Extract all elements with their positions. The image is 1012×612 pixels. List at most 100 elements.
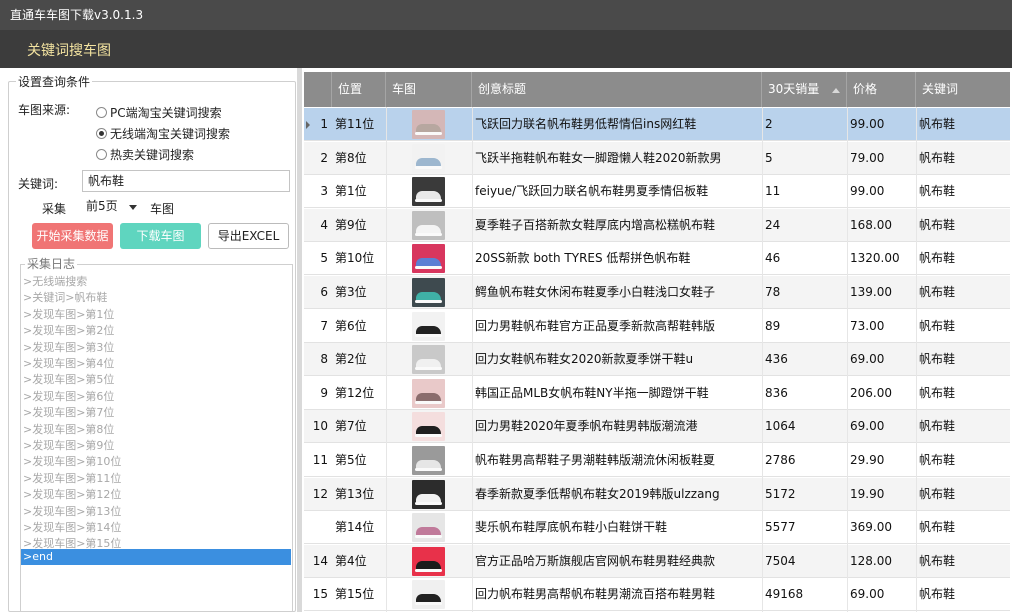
cell-position[interactable]: 第7位 [332,410,386,443]
cell-position[interactable]: 第4位 [332,545,386,578]
cell-keyword[interactable]: 帆布鞋 [916,343,1010,376]
cell-position[interactable]: 第14位 [332,511,386,544]
cell-title[interactable]: 官方正品哈万斯旗舰店官网帆布鞋男鞋经典款 [472,545,762,578]
cell-sales[interactable]: 436 [762,343,847,376]
cell-sales[interactable]: 46 [762,242,847,275]
cell-position[interactable]: 第9位 [332,209,386,242]
cell-position[interactable]: 第5位 [332,444,386,477]
cell-price[interactable]: 19.90 [847,478,916,511]
log-line[interactable]: >发现车图>第8位 [23,421,114,437]
chevron-down-icon[interactable] [129,205,137,210]
cell-price[interactable]: 139.00 [847,276,916,309]
cell-sales[interactable]: 2786 [762,444,847,477]
table-row[interactable]: 10 第7位 回力男鞋2020年夏季帆布鞋男韩版潮流港 1064 69.00 帆布鞋 [304,410,1010,444]
log-line[interactable]: >发现车图>第4位 [23,355,114,371]
cell-keyword[interactable]: 帆布鞋 [916,410,1010,443]
cell-price[interactable]: 206.00 [847,377,916,410]
cell-title[interactable]: 回力男鞋2020年夏季帆布鞋男韩版潮流港 [472,410,762,443]
cell-sales[interactable]: 49168 [762,578,847,611]
cell-keyword[interactable]: 帆布鞋 [916,444,1010,477]
shoe-thumbnail[interactable] [412,311,445,341]
log-line[interactable]: >发现车图>第12位 [23,486,121,502]
table-row[interactable]: 9 第12位 韩国正品MLB女帆布鞋NY半拖一脚蹬饼干鞋 836 206.00 帆布鞋 [304,377,1010,410]
cell-price[interactable]: 99.00 [847,175,916,208]
cell-title[interactable]: 回力男鞋帆布鞋官方正品夏季新款高帮鞋韩版 [472,310,762,343]
cell-price[interactable]: 29.90 [847,444,916,477]
table-row[interactable]: 7 第6位 回力男鞋帆布鞋官方正品夏季新款高帮鞋韩版 89 73.00 帆布鞋 [304,310,1010,343]
table-row[interactable]: 6 第3位 鳄鱼帆布鞋女休闲布鞋夏季小白鞋浅口女鞋子 78 139.00 帆布鞋 [304,276,1010,309]
log-line-selected[interactable]: >end [21,549,291,565]
cell-price[interactable]: 69.00 [847,410,916,443]
cell-position[interactable]: 第1位 [332,175,386,208]
shoe-thumbnail[interactable] [412,412,445,442]
cell-sales[interactable]: 89 [762,310,847,343]
download-images-button[interactable]: 下载车图 [120,223,201,249]
table-row[interactable]: 2 第8位 飞跃半拖鞋帆布鞋女一脚蹬懒人鞋2020新款男 5 79.00 帆布鞋 [304,141,1010,175]
radio-hot-search[interactable]: 热卖关键词搜索 [96,146,194,163]
col-sales[interactable]: 30天销量 [762,72,847,107]
panel-divider[interactable] [297,68,302,612]
cell-price[interactable]: 1320.00 [847,242,916,275]
cell-title[interactable]: 飞跃半拖鞋帆布鞋女一脚蹬懒人鞋2020新款男 [472,142,762,175]
cell-price[interactable]: 369.00 [847,511,916,544]
table-row[interactable]: 14 第4位 官方正品哈万斯旗舰店官网帆布鞋男鞋经典款 7504 128.00 帆布鞋 [304,544,1010,578]
log-line[interactable]: >发现车图>第1位 [23,306,114,322]
cell-position[interactable]: 第12位 [332,377,386,410]
table-row[interactable]: 第14位 斐乐帆布鞋厚底帆布鞋小白鞋饼干鞋 5577 369.00 帆布鞋 [304,511,1010,545]
table-row[interactable]: 4 第9位 夏季鞋子百搭新款女鞋厚底内增高松糕帆布鞋 24 168.00 帆布鞋 [304,208,1010,242]
shoe-thumbnail[interactable] [412,143,445,173]
log-line[interactable]: >发现车图>第13位 [23,503,121,519]
cell-sales[interactable]: 2 [762,108,847,141]
log-line[interactable]: >发现车图>第2位 [23,322,114,338]
cell-sales[interactable]: 11 [762,175,847,208]
cell-position[interactable]: 第15位 [332,578,386,611]
cell-sales[interactable]: 5172 [762,478,847,511]
cell-sales[interactable]: 78 [762,276,847,309]
cell-keyword[interactable]: 帆布鞋 [916,310,1010,343]
cell-keyword[interactable]: 帆布鞋 [916,242,1010,275]
cell-title[interactable]: 韩国正品MLB女帆布鞋NY半拖一脚蹬饼干鞋 [472,377,762,410]
cell-price[interactable]: 79.00 [847,142,916,175]
cell-keyword[interactable]: 帆布鞋 [916,142,1010,175]
cell-keyword[interactable]: 帆布鞋 [916,545,1010,578]
cell-title[interactable]: 回力女鞋帆布鞋女2020新款夏季饼干鞋u [472,343,762,376]
table-row[interactable]: 12 第13位 春季新款夏季低帮帆布鞋女2019韩版ulzzang 5172 19.90… [304,477,1010,511]
cell-title[interactable]: 夏季鞋子百搭新款女鞋厚底内增高松糕帆布鞋 [472,209,762,242]
cell-keyword[interactable]: 帆布鞋 [916,478,1010,511]
log-line[interactable]: >发现车图>第11位 [23,470,121,486]
cell-position[interactable]: 第8位 [332,142,386,175]
shoe-thumbnail[interactable] [412,546,445,576]
cell-sales[interactable]: 24 [762,209,847,242]
cell-keyword[interactable]: 帆布鞋 [916,108,1010,141]
col-price[interactable]: 价格 [847,72,916,107]
cell-price[interactable]: 168.00 [847,209,916,242]
cell-sales[interactable]: 836 [762,377,847,410]
cell-keyword[interactable]: 帆布鞋 [916,578,1010,611]
cell-position[interactable]: 第6位 [332,310,386,343]
table-row[interactable]: 15 第15位 回力帆布鞋男高帮帆布鞋男潮流百搭布鞋男鞋 49168 69.00 帆布鞋 [304,578,1010,612]
col-keyword[interactable]: 关键词 [916,72,1010,107]
cell-keyword[interactable]: 帆布鞋 [916,175,1010,208]
cell-sales[interactable]: 7504 [762,545,847,578]
cell-position[interactable]: 第2位 [332,343,386,376]
radio-hot-indicator[interactable] [96,149,107,160]
cell-sales[interactable]: 5577 [762,511,847,544]
shoe-thumbnail[interactable] [412,244,445,274]
pages-select[interactable]: 前5页 [84,197,139,216]
cell-title[interactable]: 飞跃回力联名帆布鞋男低帮情侣ins网红鞋 [472,108,762,141]
shoe-thumbnail[interactable] [412,278,445,307]
shoe-thumbnail[interactable] [412,479,445,509]
radio-mobile-search[interactable]: 无线端淘宝关键词搜索 [96,125,230,142]
shoe-thumbnail[interactable] [412,446,445,475]
shoe-thumbnail[interactable] [412,177,445,207]
table-row[interactable]: 1 第11位 飞跃回力联名帆布鞋男低帮情侣ins网红鞋 2 99.00 帆布鞋 [304,108,1010,141]
table-row[interactable]: 11 第5位 帆布鞋男高帮鞋子男潮鞋韩版潮流休闲板鞋夏 2786 29.90 帆布鞋 [304,444,1010,477]
cell-price[interactable]: 128.00 [847,545,916,578]
cell-keyword[interactable]: 帆布鞋 [916,276,1010,309]
log-line[interactable]: >发现车图>第14位 [23,519,121,535]
shoe-thumbnail[interactable] [412,345,445,375]
cell-title[interactable]: 春季新款夏季低帮帆布鞋女2019韩版ulzzang [472,478,762,511]
cell-position[interactable]: 第11位 [332,108,386,141]
log-line[interactable]: >关键词>帆布鞋 [23,289,107,305]
col-position[interactable]: 位置 [332,72,386,107]
